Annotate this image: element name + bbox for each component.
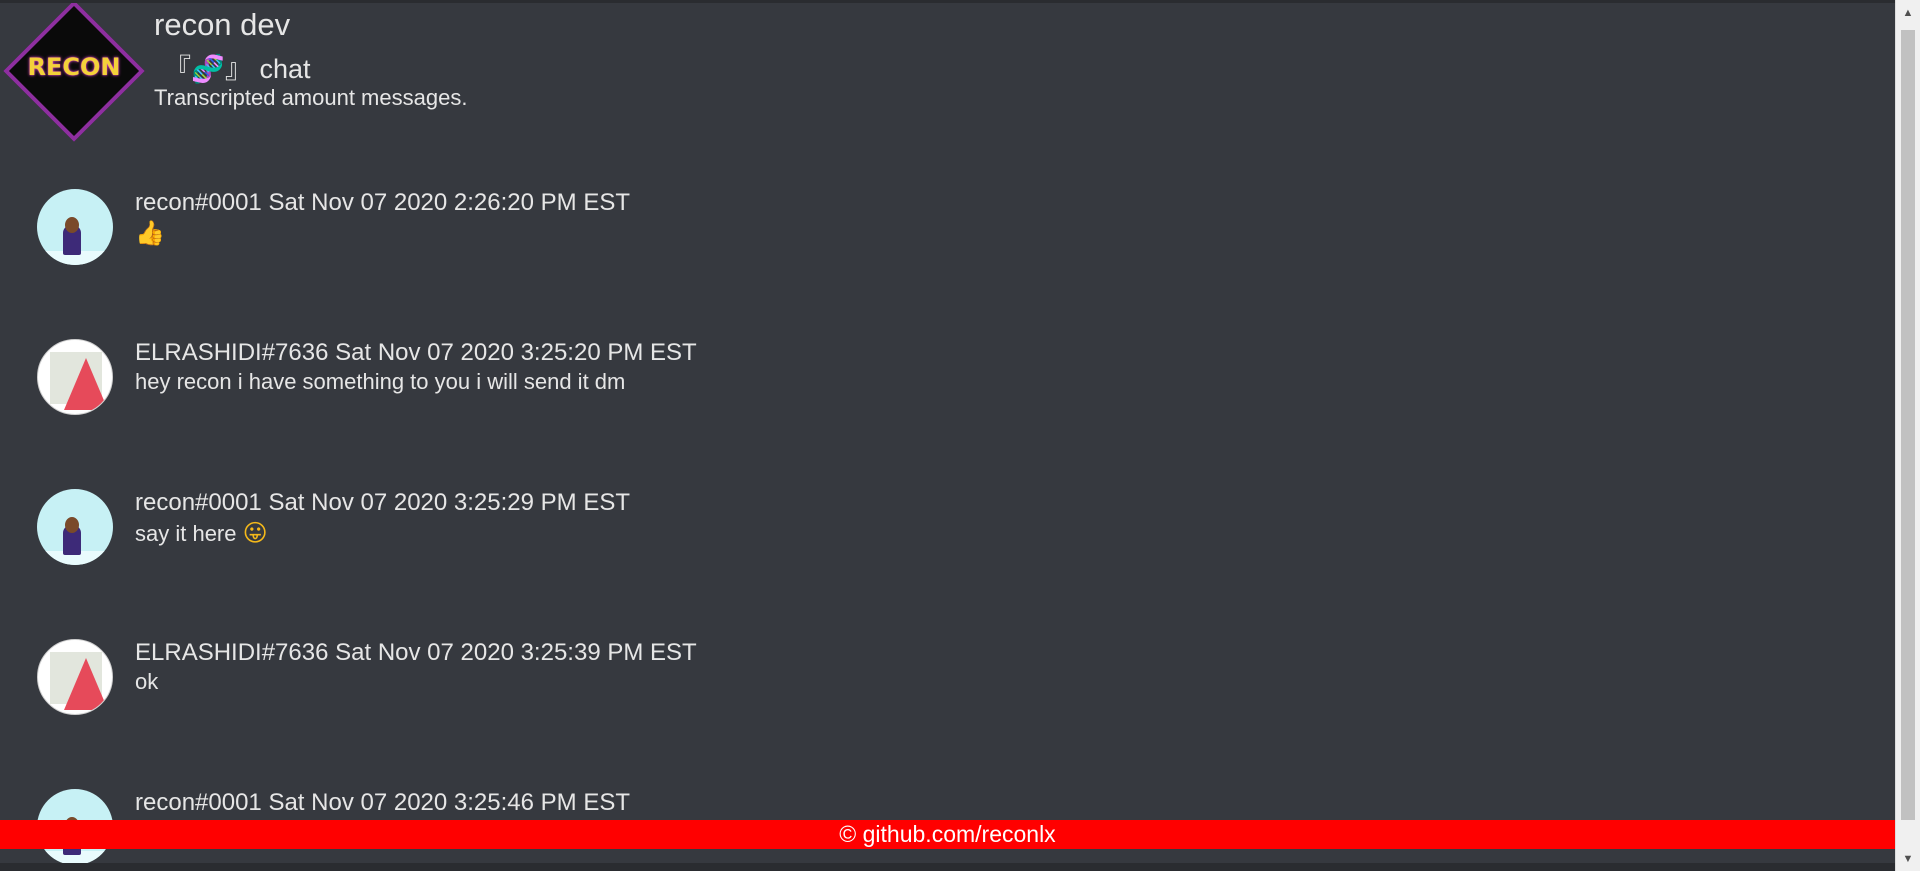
message-content: 👍 bbox=[135, 219, 165, 247]
avatar bbox=[37, 189, 113, 265]
message-timestamp: Sat Nov 07 2020 3:25:29 PM EST bbox=[268, 489, 630, 516]
avatar bbox=[37, 489, 113, 565]
channel-label: chat bbox=[252, 54, 311, 84]
message-content: ok bbox=[135, 669, 159, 694]
channel-description: Transcripted amount messages. bbox=[154, 85, 468, 110]
footer-credit[interactable]: © github.com/reconlx bbox=[0, 820, 1895, 849]
transcript-viewport: RECON recon dev 『🧬』 chat Transcripted am… bbox=[0, 0, 1895, 871]
avatar bbox=[37, 339, 113, 415]
taskbar-strip bbox=[0, 863, 1895, 871]
message-timestamp: Sat Nov 07 2020 3:25:46 PM EST bbox=[268, 789, 630, 816]
message-author: recon#0001 bbox=[135, 189, 262, 216]
message-row: recon#0001 Sat Nov 07 2020 2:26:20 PM ES… bbox=[0, 189, 1895, 289]
channel-suffix: 』 bbox=[225, 54, 252, 84]
dna-icon: 🧬 bbox=[191, 54, 225, 84]
message-content: hey recon i have something to you i will… bbox=[135, 369, 626, 394]
server-icon-label: RECON bbox=[27, 53, 121, 81]
message-header: recon#0001 Sat Nov 07 2020 3:25:29 PM ES… bbox=[135, 489, 630, 517]
message-timestamp: Sat Nov 07 2020 2:26:20 PM EST bbox=[268, 189, 630, 216]
message-timestamp: Sat Nov 07 2020 3:25:39 PM EST bbox=[335, 639, 697, 666]
channel-prefix: 『 bbox=[164, 54, 191, 84]
message-author: ELRASHIDI#7636 bbox=[135, 639, 329, 666]
scroll-down-icon[interactable]: ▼ bbox=[1896, 850, 1920, 868]
transcript-header: RECON recon dev 『🧬』 chat Transcripted am… bbox=[0, 3, 1895, 143]
server-name: recon dev bbox=[154, 7, 291, 42]
message-content: say it here 😛 bbox=[135, 519, 268, 547]
message-row: ELRASHIDI#7636 Sat Nov 07 2020 3:25:20 P… bbox=[0, 339, 1895, 439]
message-header: ELRASHIDI#7636 Sat Nov 07 2020 3:25:39 P… bbox=[135, 639, 697, 667]
message-author: recon#0001 bbox=[135, 789, 262, 816]
thumbs-up-icon: 👍 bbox=[135, 219, 165, 247]
channel-name: 『🧬』 chat bbox=[164, 47, 311, 86]
message-header: ELRASHIDI#7636 Sat Nov 07 2020 3:25:20 P… bbox=[135, 339, 697, 367]
message-row: recon#0001 Sat Nov 07 2020 3:25:29 PM ES… bbox=[0, 489, 1895, 589]
message-timestamp: Sat Nov 07 2020 3:25:20 PM EST bbox=[335, 339, 697, 366]
message-header: recon#0001 Sat Nov 07 2020 3:25:46 PM ES… bbox=[135, 789, 630, 817]
message-author: ELRASHIDI#7636 bbox=[135, 339, 329, 366]
message-author: recon#0001 bbox=[135, 489, 262, 516]
message-row: ELRASHIDI#7636 Sat Nov 07 2020 3:25:39 P… bbox=[0, 639, 1895, 739]
avatar bbox=[37, 639, 113, 715]
scroll-thumb[interactable] bbox=[1901, 30, 1915, 820]
tongue-face-icon: 😛 bbox=[242, 519, 268, 547]
scroll-up-icon[interactable]: ▲ bbox=[1896, 4, 1920, 22]
vertical-scrollbar[interactable]: ▲ ▼ bbox=[1895, 0, 1920, 871]
message-header: recon#0001 Sat Nov 07 2020 2:26:20 PM ES… bbox=[135, 189, 630, 217]
